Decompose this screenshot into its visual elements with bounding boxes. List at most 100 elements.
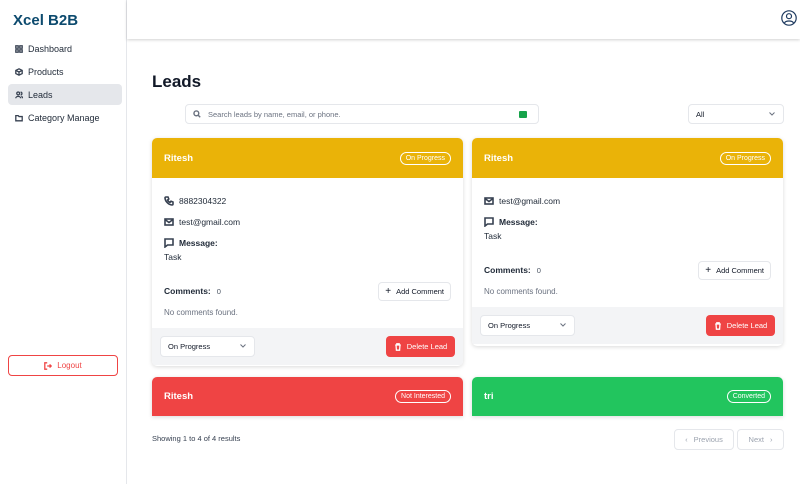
extension-icon[interactable] [519, 111, 527, 118]
phone-number: 8882304322 [179, 195, 227, 206]
lead-card-header: Ritesh On Progress [152, 138, 463, 178]
chevron-down-icon [769, 112, 775, 116]
sidebar-item-label: Dashboard [28, 43, 73, 54]
comments-label: Comments: [484, 265, 531, 275]
plus-icon: + [385, 285, 392, 297]
message-row: Message: [484, 211, 771, 232]
message-label: Message: [179, 237, 218, 248]
delete-lead-label: Delete Lead [726, 321, 768, 330]
message-icon [484, 216, 494, 227]
sidebar-item-label: Category Manage [28, 112, 100, 123]
trash-icon [394, 342, 401, 351]
message-text: Task [484, 231, 502, 241]
search-bar[interactable] [185, 104, 539, 124]
user-profile-icon[interactable] [781, 10, 797, 26]
comments-header: Comments: 0 + Add Comment [164, 280, 451, 302]
users-icon [15, 90, 23, 98]
email-address: test@gmail.com [499, 195, 561, 206]
lead-status-select[interactable]: On Progress [480, 315, 575, 336]
mail-icon [484, 196, 494, 205]
message-row: Message: [164, 232, 451, 253]
mail-icon [164, 217, 174, 226]
box-icon [15, 67, 23, 76]
lead-card-header: Ritesh On Progress [472, 138, 783, 178]
sidebar-item-dashboard[interactable]: Dashboard [8, 38, 122, 59]
status-badge: Converted [726, 390, 771, 403]
email-row: test@gmail.com [164, 211, 451, 232]
email-row: test@gmail.com [484, 190, 771, 211]
top-bar [127, 0, 800, 39]
phone-icon [164, 195, 174, 206]
delete-lead-button[interactable]: Delete Lead [706, 315, 775, 336]
logout-icon [44, 361, 53, 370]
page-title: Leads [152, 72, 202, 91]
lead-status-value: On Progress [168, 342, 211, 351]
sidebar-item-products[interactable]: Products [8, 61, 122, 82]
add-comment-button[interactable]: + Add Comment [698, 260, 771, 280]
delete-lead-label: Delete Lead [406, 342, 448, 351]
email-address: test@gmail.com [179, 216, 241, 227]
chevron-left-icon: ‹ [685, 435, 688, 444]
status-filter-select[interactable]: All [688, 104, 784, 124]
lead-card: Ritesh On Progress test@gmail.com Messag… [472, 138, 783, 346]
sidebar-item-category-manage[interactable]: Category Manage [8, 107, 122, 128]
add-comment-label: Add Comment [716, 265, 764, 275]
phone-row: 8882304322 [164, 190, 451, 211]
lead-card-footer: On Progress Delete Lead [152, 328, 463, 365]
lead-card-header: Ritesh Not Interested [152, 377, 463, 416]
comments-count: 0 [536, 266, 541, 275]
previous-button[interactable]: ‹ Previous [674, 429, 734, 450]
previous-label: Previous [693, 435, 723, 444]
message-text: Task [164, 252, 182, 262]
next-label: Next [748, 435, 764, 444]
search-input[interactable] [208, 109, 508, 119]
comments-title: Comments: 0 [164, 286, 221, 296]
trash-icon [714, 321, 721, 330]
chevron-down-icon [240, 344, 246, 348]
brand-logo[interactable]: Xcel B2B [13, 12, 78, 29]
comments-header: Comments: 0 + Add Comment [484, 259, 771, 281]
folder-icon [15, 114, 23, 121]
status-badge: Not Interested [395, 390, 451, 403]
chevron-down-icon [560, 323, 566, 327]
filter-value: All [696, 109, 705, 119]
lead-name: tri [484, 391, 494, 402]
status-badge: On Progress [719, 151, 771, 165]
dashboard-icon [15, 44, 23, 53]
lead-card: tri Converted [472, 377, 783, 416]
sidebar-item-label: Leads [28, 89, 53, 100]
next-button[interactable]: Next › [737, 429, 784, 450]
delete-lead-button[interactable]: Delete Lead [386, 336, 455, 357]
comments-title: Comments: 0 [484, 265, 541, 275]
lead-card-footer: On Progress Delete Lead [472, 307, 783, 344]
lead-name: Ritesh [164, 152, 194, 164]
results-summary: Showing 1 to 4 of 4 results [152, 434, 241, 443]
lead-name: Ritesh [164, 391, 194, 402]
no-comments-text: No comments found. [484, 286, 558, 296]
status-badge: On Progress [399, 151, 451, 165]
lead-card: Ritesh Not Interested [152, 377, 463, 416]
sidebar-item-leads[interactable]: Leads [8, 84, 122, 105]
add-comment-button[interactable]: + Add Comment [378, 281, 451, 301]
lead-card-body: test@gmail.com Message: Task Comments: 0 … [472, 178, 783, 307]
sidebar-item-label: Products [28, 66, 64, 77]
lead-card: Ritesh On Progress 8882304322 test@gmail… [152, 138, 463, 366]
plus-icon: + [705, 264, 712, 276]
comments-count: 0 [216, 287, 221, 296]
logout-label: Logout [57, 361, 82, 370]
lead-card-body: 8882304322 test@gmail.com Message: Task … [152, 178, 463, 328]
add-comment-label: Add Comment [396, 286, 444, 296]
search-icon [193, 110, 201, 118]
lead-status-value: On Progress [488, 321, 531, 330]
no-comments-text: No comments found. [164, 307, 238, 317]
logout-button[interactable]: Logout [8, 355, 118, 376]
chevron-right-icon: › [769, 435, 773, 444]
lead-card-header: tri Converted [472, 377, 783, 416]
message-label: Message: [499, 216, 538, 227]
sidebar-nav: Dashboard Products Leads Category Manage [8, 38, 122, 130]
sidebar: Xcel B2B Dashboard Products Leads Catego… [0, 0, 127, 484]
message-icon [164, 237, 174, 248]
comments-label: Comments: [164, 286, 211, 296]
lead-status-select[interactable]: On Progress [160, 336, 255, 357]
lead-name: Ritesh [484, 152, 514, 164]
